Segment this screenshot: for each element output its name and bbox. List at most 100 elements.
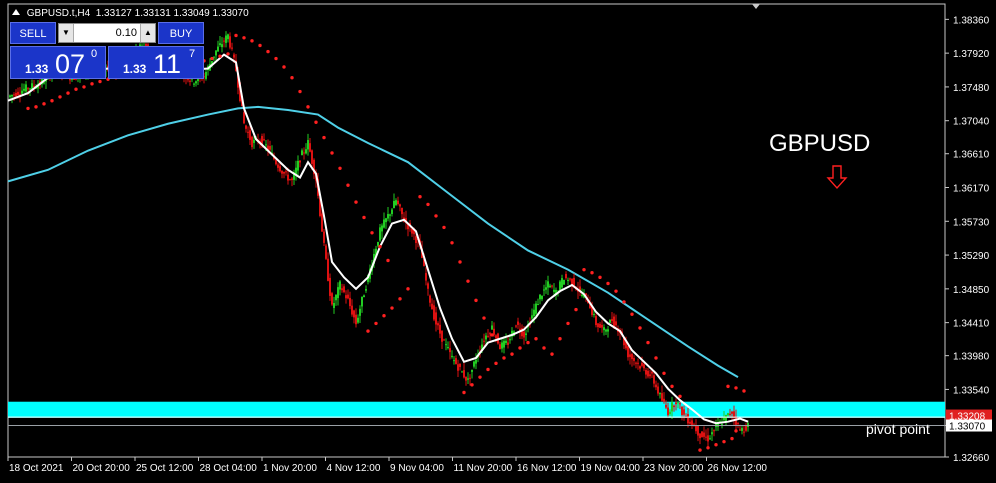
x-tick-label: 20 Oct 20:00 [73,463,131,474]
y-tick-label: 1.35290 [953,251,990,262]
sell-button[interactable]: SELL [10,22,56,44]
candle-body [601,324,603,328]
psar-dot [258,43,262,48]
psar-dot [706,446,710,450]
candle-body [215,50,217,56]
candle-body [565,274,567,279]
candle-body [357,317,359,323]
candle-body [455,358,457,365]
candle-body [731,411,733,414]
candle-body [725,415,727,422]
x-tick-label: 19 Nov 04:00 [581,463,641,474]
candle-body [449,348,451,353]
candle-body [279,166,281,172]
candle-body [441,330,443,342]
candle-body [233,54,235,58]
price-tag-label: 1.33070 [949,422,986,433]
candle-body [743,431,745,433]
psar-dot [314,120,318,124]
buy-button[interactable]: BUY [158,22,204,44]
candle-body [363,295,365,298]
candle-body [205,71,207,79]
psar-dot [714,443,718,447]
candle-body [339,281,341,290]
candle-body [219,43,221,46]
psar-dot [274,56,278,61]
candle-body [665,404,667,408]
candle-body [627,346,629,358]
candle-body [269,146,271,150]
candle-body [331,293,333,305]
candle-body [683,409,685,415]
chart-symbol: GBPUSD.t,H4 [26,8,91,19]
candle-body [729,413,731,415]
lot-increase-icon[interactable]: ▲ [140,24,155,42]
candle-body [701,431,703,438]
y-tick-label: 1.37040 [953,117,990,128]
candle-body [503,340,505,348]
candle-body [27,88,29,90]
lot-dropdown-icon[interactable]: ▼ [59,24,74,42]
candle-body [249,130,251,140]
candle-body [709,438,711,440]
buy-price-sup: 7 [189,48,196,60]
candle-body [321,213,323,232]
candle-body [699,433,701,439]
buy-quote[interactable]: 1.33 11 7 [108,46,204,79]
candle-body [639,366,641,369]
y-tick-label: 1.33980 [953,352,990,363]
candle-body [599,323,601,328]
candle-body [605,329,607,332]
psar-dot [338,166,342,171]
psar-dot [98,79,102,84]
lot-size-input[interactable] [74,24,140,42]
y-tick-label: 1.33540 [953,385,990,396]
candle-body [15,92,17,97]
sell-price-big: 07 [55,49,86,79]
psar-dot [242,36,246,40]
psar-dot [218,54,222,58]
candle-body [325,245,327,259]
candle-body [327,258,329,281]
psar-dot [374,321,378,326]
candle-body [659,393,661,395]
candle-body [547,281,549,288]
candle-body [551,285,553,287]
candle-body [691,420,693,426]
candle-body [711,432,713,435]
x-tick-label: 18 Oct 2021 [9,463,64,474]
y-tick-label: 1.36170 [953,184,990,195]
candle-body [283,171,285,174]
candle-body [341,288,343,291]
psar-dot [614,289,618,293]
candle-body [301,150,303,156]
candle-body [651,371,653,374]
psar-dot [282,65,286,69]
collapse-triangle-icon[interactable] [12,9,20,15]
x-tick-label: 11 Nov 20:00 [454,463,513,474]
candle-body [443,339,445,341]
candle-body [703,432,705,437]
candle-body [637,362,639,364]
y-tick-label: 1.37920 [953,49,990,60]
psar-dot [382,314,386,318]
candle-body [459,363,461,367]
candle-body [435,312,437,325]
candle-body [263,139,265,141]
candle-body [541,296,543,300]
candle-body [507,342,509,345]
sell-quote[interactable]: 1.33 07 0 [10,46,106,79]
chart-ohlc: 1.33127 1.33131 1.33049 1.33070 [95,8,249,19]
psar-dot [66,91,70,95]
candle-body [221,44,223,48]
sell-price-prefix: 1.33 [25,62,49,76]
candle-body [193,83,195,85]
chart-title: GBPUSD.t,H4 1.33127 1.33131 1.33049 1.33… [12,8,249,19]
candle-body [447,347,449,349]
psar-dot [630,312,634,316]
psar-dot [250,39,254,43]
psar-dot [210,56,214,61]
psar-dot [542,346,546,350]
psar-dot [354,200,358,204]
candle-body [633,358,635,361]
